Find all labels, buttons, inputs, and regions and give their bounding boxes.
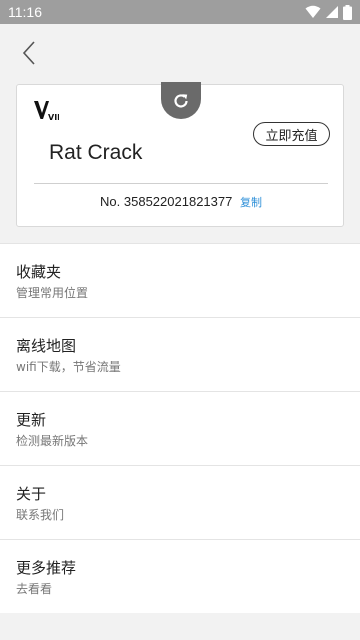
back-button[interactable] <box>16 38 42 68</box>
member-number: 358522021821377 <box>123 194 233 209</box>
copy-button[interactable]: 复制 <box>240 197 262 209</box>
menu-item-more-recommendations[interactable]: 更多推荐 去看看 <box>0 540 360 614</box>
vip-logo-text: VIP <box>48 113 59 122</box>
recharge-button[interactable]: 立即充值 <box>253 122 330 146</box>
menu-item-subtitle: 去看看 <box>16 582 53 596</box>
menu-item-subtitle: wifi下载，节省流量 <box>16 360 121 374</box>
status-time: 11:16 <box>8 4 42 20</box>
menu-item-title: 收藏夹 <box>16 263 62 281</box>
username: Rat Crack <box>49 141 143 164</box>
menu-item-subtitle: 联系我们 <box>16 508 65 522</box>
vip-logo: VIP <box>34 101 59 122</box>
menu-item-title: 更多推荐 <box>16 559 77 577</box>
member-number-row: No. 358522021821377 复制 <box>17 194 345 210</box>
menu-item-subtitle: 检测最新版本 <box>16 434 89 448</box>
menu-item-title: 关于 <box>16 485 47 503</box>
status-bar: 11:16 <box>0 0 360 24</box>
menu-item-update[interactable]: 更新 检测最新版本 <box>0 392 360 466</box>
menu-item-offline-map[interactable]: 离线地图 wifi下载，节省流量 <box>0 318 360 392</box>
menu-item-title: 更新 <box>16 411 47 429</box>
refresh-icon <box>174 93 188 108</box>
wifi-icon <box>305 5 321 18</box>
status-icons <box>305 4 352 20</box>
chevron-left-icon <box>22 41 35 65</box>
settings-menu: 收藏夹 管理常用位置 离线地图 wifi下载，节省流量 更新 检测最新版本 关于… <box>0 243 360 614</box>
battery-icon <box>343 4 352 20</box>
member-prefix: No. <box>100 194 121 209</box>
menu-item-subtitle: 管理常用位置 <box>16 286 89 300</box>
bottom-area <box>0 613 360 640</box>
menu-item-favorites[interactable]: 收藏夹 管理常用位置 <box>0 244 360 318</box>
card-divider <box>34 183 328 184</box>
refresh-button[interactable] <box>161 82 201 119</box>
header <box>0 24 360 82</box>
menu-item-title: 离线地图 <box>16 337 77 355</box>
signal-icon <box>326 6 338 18</box>
menu-item-about[interactable]: 关于 联系我们 <box>0 466 360 540</box>
member-card: VIP 立即充值 Rat Crack No. 358522021821377 复… <box>16 82 345 227</box>
